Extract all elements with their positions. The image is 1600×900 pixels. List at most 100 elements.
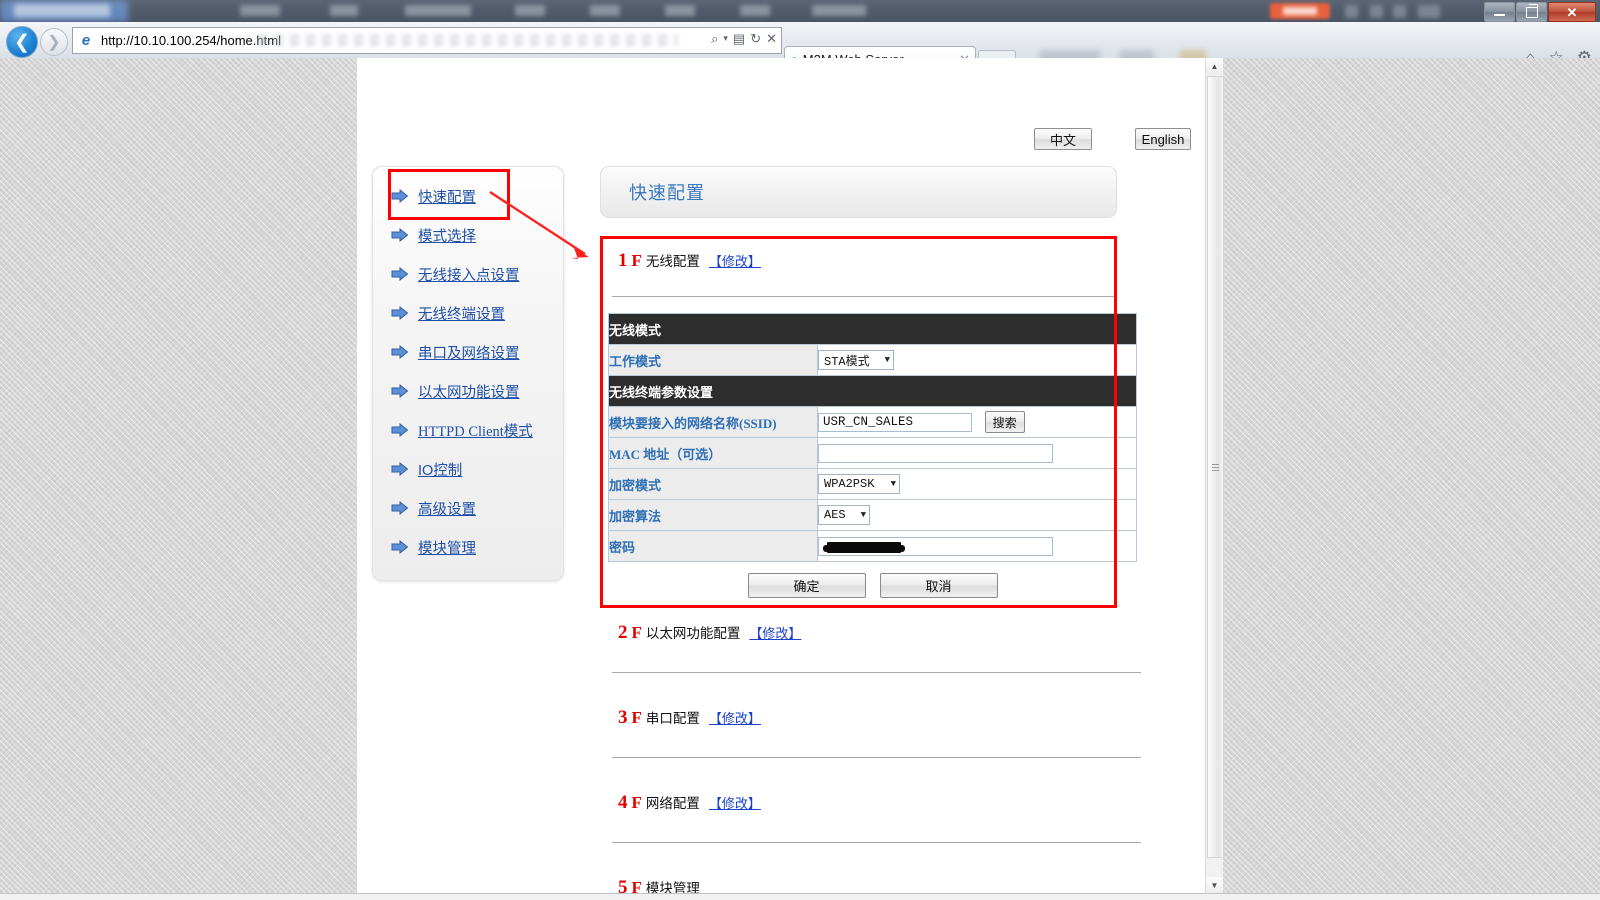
password-cell (818, 531, 1137, 562)
close-icon: ✕ (1567, 6, 1578, 19)
browser-navbar: ❮ ❯ e http://10.10.100.254/home.html ⌕ ▾… (0, 22, 1600, 59)
toolbar-icon-blur-4[interactable] (1418, 5, 1440, 18)
menu-item-blur-8[interactable] (812, 5, 866, 16)
mac-address-input[interactable] (818, 444, 1053, 463)
divider (612, 296, 1117, 297)
menu-item-blur-1[interactable] (240, 5, 280, 16)
ok-button[interactable]: 确定 (748, 573, 866, 598)
scroll-up-icon[interactable]: ▲ (1206, 58, 1223, 75)
section-4f-title: 4F 网络配置 【修改】 (600, 792, 1160, 814)
back-arrow-icon: ❮ (14, 31, 30, 54)
section-modify-link[interactable]: 【修改】 (709, 793, 761, 812)
encrypt-algo-label: 加密算法 (609, 500, 818, 531)
forward-button[interactable]: ❯ (40, 28, 68, 56)
restore-button[interactable] (1516, 2, 1547, 22)
language-bar: 中文 English (357, 58, 1223, 138)
menu-item-blur-2[interactable] (330, 5, 358, 16)
sidebar-item-label: 无线终端设置 (418, 303, 505, 324)
section-floor-number: 1 (618, 250, 628, 272)
search-ssid-button[interactable]: 搜索 (985, 411, 1025, 433)
scroll-down-icon[interactable]: ▼ (1206, 877, 1223, 894)
ie-favicon-icon: e (76, 31, 96, 51)
menu-item-blur-6[interactable] (665, 5, 695, 16)
table-row-group-header: 无线模式 (609, 314, 1137, 345)
close-button[interactable]: ✕ (1548, 2, 1596, 22)
arrow-right-icon (391, 189, 409, 203)
window-titlebar: ✕ (0, 0, 1600, 22)
section-2f: 2F 以太网功能配置 【修改】 (600, 622, 1160, 673)
work-mode-select[interactable]: STA模式 ▼ (818, 350, 894, 370)
table-row-encrypt-mode: 加密模式 WPA2PSK ▼ (609, 469, 1137, 500)
password-label: 密码 (609, 531, 818, 562)
refresh-icon[interactable]: ↻ (750, 32, 761, 45)
chevron-down-icon: ▼ (861, 510, 866, 520)
section-modify-link[interactable]: 【修改】 (749, 623, 801, 642)
table-row-ssid: 模块要接入的网络名称(SSID) USR_CN_SALES 搜索 (609, 407, 1137, 438)
page-viewport: 中文 English 快速配置 模式选择 (0, 58, 1600, 900)
arrow-right-icon (391, 501, 409, 515)
browser-window: ✕ ❮ ❯ e http://10.10.100.254/home.html ⌕… (0, 0, 1600, 900)
menu-item-blur-4[interactable] (515, 5, 545, 16)
sidebar-item-advanced[interactable]: 高级设置 (391, 497, 476, 519)
sidebar-item-ap-settings[interactable]: 无线接入点设置 (391, 263, 520, 285)
section-modify-link[interactable]: 【修改】 (709, 708, 761, 727)
divider (612, 842, 1141, 843)
compatibility-view-icon[interactable]: ▤ (733, 32, 745, 45)
section-floor-number: 4 (618, 792, 628, 814)
back-button[interactable]: ❮ (6, 26, 38, 58)
sidebar-item-httpd-client[interactable]: HTTPD Client模式 (391, 419, 533, 441)
section-modify-link[interactable]: 【修改】 (709, 251, 761, 270)
encrypt-mode-select[interactable]: WPA2PSK ▼ (818, 474, 900, 494)
cancel-button[interactable]: 取消 (880, 573, 998, 598)
work-mode-label: 工作模式 (609, 345, 818, 376)
sidebar-item-module-manage[interactable]: 模块管理 (391, 536, 476, 558)
toolbar-icon-blur-2[interactable] (1370, 5, 1383, 18)
language-english-button[interactable]: English (1135, 128, 1191, 150)
sidebar-item-mode-select[interactable]: 模式选择 (391, 224, 476, 246)
address-input[interactable]: http://10.10.100.254/home.html (101, 33, 281, 48)
address-bar[interactable]: e http://10.10.100.254/home.html ⌕ ▾ ▤ ↻… (72, 27, 782, 54)
language-chinese-button[interactable]: 中文 (1034, 128, 1092, 150)
arrow-right-icon (391, 423, 409, 437)
scrollbar-thumb[interactable] (1207, 76, 1224, 858)
menu-item-blur-5[interactable] (590, 5, 620, 16)
sidebar-item-quick-config[interactable]: 快速配置 (391, 185, 476, 207)
sidebar-item-label: 模式选择 (418, 225, 476, 246)
forward-arrow-icon: ❯ (47, 32, 60, 52)
toolbar-icon-blur-3[interactable] (1393, 5, 1406, 18)
section-floor-suffix: F (632, 623, 642, 643)
sidebar-item-ethernet[interactable]: 以太网功能设置 (391, 380, 520, 402)
stop-icon[interactable]: ✕ (766, 32, 777, 45)
table-row-password: 密码 (609, 531, 1137, 562)
chevron-down-icon: ▼ (885, 355, 890, 365)
sidebar-item-io-control[interactable]: IO控制 (391, 458, 462, 480)
menu-item-blur-7[interactable] (740, 5, 770, 16)
sidebar-item-sta-settings[interactable]: 无线终端设置 (391, 302, 505, 324)
encrypt-algo-cell: AES ▼ (818, 500, 1137, 531)
chevron-down-icon[interactable]: ▾ (723, 34, 728, 43)
page-title: 快速配置 (629, 179, 705, 205)
password-input[interactable] (818, 537, 1053, 556)
address-bar-icons: ⌕ ▾ ▤ ↻ ✕ (711, 32, 777, 45)
window-controls: ✕ (1484, 2, 1596, 22)
sidebar-item-label: IO控制 (418, 459, 462, 480)
section-title-text: 网络配置 (646, 792, 700, 812)
section-3f-title: 3F 串口配置 【修改】 (600, 707, 1160, 729)
section-title-text: 无线配置 (646, 250, 700, 270)
redaction-overlay (827, 542, 901, 553)
encrypt-algo-select[interactable]: AES ▼ (818, 505, 870, 525)
page-scrollbar[interactable]: ▲ ▼ (1205, 58, 1223, 894)
section-3f: 3F 串口配置 【修改】 (600, 707, 1160, 758)
sidebar-menu: 快速配置 模式选择 无线接入点设置 (372, 166, 564, 581)
minimize-button[interactable] (1484, 2, 1515, 22)
section-title-text: 以太网功能配置 (646, 622, 741, 642)
web-page-document: 中文 English 快速配置 模式选择 (357, 58, 1223, 894)
scrollbar-grip-icon (1212, 464, 1219, 471)
ssid-input[interactable]: USR_CN_SALES (818, 413, 972, 432)
menu-item-blur-3[interactable] (405, 5, 471, 16)
toolbar-icon-blur-1[interactable] (1345, 5, 1358, 18)
section-1f-wrapper: 1F 无线配置 【修改】 无线模式 工作模式 (600, 236, 1160, 608)
section-title-text: 串口配置 (646, 707, 700, 727)
sidebar-item-serial-network[interactable]: 串口及网络设置 (391, 341, 520, 363)
search-icon[interactable]: ⌕ (711, 32, 718, 45)
